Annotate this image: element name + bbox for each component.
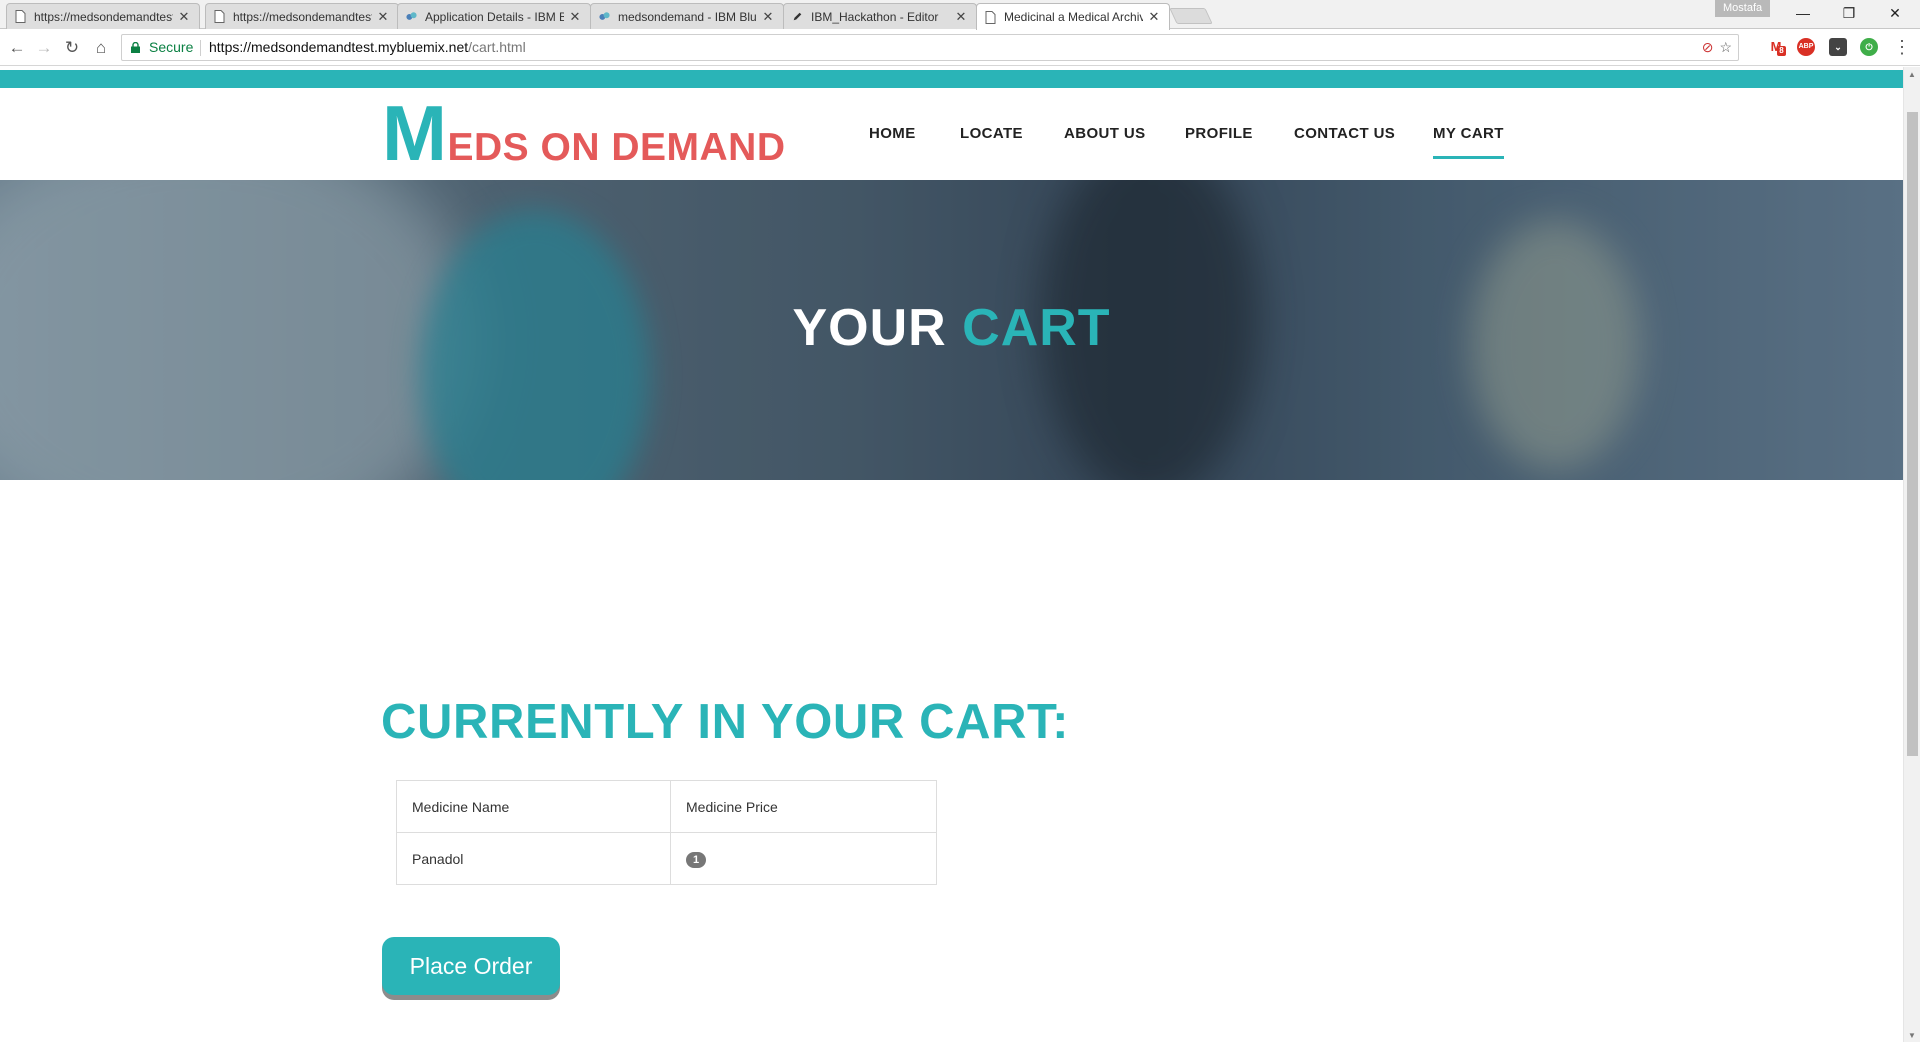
extension-icon[interactable]: ⏻	[1860, 38, 1878, 56]
url-base: https://medsondemandtest.mybluemix.net	[209, 39, 469, 55]
bookmark-star-icon[interactable]: ☆	[1719, 39, 1732, 55]
price-badge: 1	[686, 851, 706, 868]
restore-icon[interactable]: ❐	[1826, 0, 1872, 26]
minimize-icon[interactable]: —	[1780, 0, 1826, 26]
reload-icon[interactable]: ↻	[61, 37, 83, 59]
close-icon[interactable]: ✕	[954, 9, 968, 25]
page-icon	[214, 10, 225, 23]
close-icon[interactable]: ✕	[177, 9, 191, 25]
tab-title: https://medsondemandtest	[34, 9, 173, 24]
scroll-down-icon[interactable]: ▼	[1908, 1031, 1916, 1040]
nav-contact-us[interactable]: CONTACT US	[1294, 125, 1395, 142]
nav-about-us[interactable]: ABOUT US	[1064, 125, 1146, 142]
url-text[interactable]: https://medsondemandtest.mybluemix.net/c…	[209, 35, 526, 60]
column-header-name: Medicine Name	[396, 780, 671, 833]
medicine-price-cell: 1	[670, 832, 937, 885]
browser-tab[interactable]: https://medsondemandtest ✕	[6, 3, 200, 29]
tab-title: Application Details - IBM Bluemix	[425, 9, 564, 24]
main-nav: HOME LOCATE ABOUT US PROFILE CONTACT US …	[0, 88, 1903, 180]
pocket-extension-icon[interactable]: ⌄	[1829, 38, 1847, 56]
secure-label: Secure	[149, 39, 194, 55]
url-path: /cart.html	[468, 39, 526, 55]
nav-locate[interactable]: LOCATE	[960, 125, 1023, 142]
column-header-price: Medicine Price	[670, 780, 937, 833]
gmail-extension-icon[interactable]: M8	[1767, 38, 1786, 56]
browser-tab[interactable]: https://medsondemandtest ✕	[205, 3, 399, 29]
profile-name[interactable]: Mostafa	[1715, 0, 1771, 17]
browser-tab[interactable]: Application Details - IBM Bluemix ✕	[397, 3, 591, 29]
close-icon[interactable]: ✕	[568, 9, 582, 25]
hero-title: YOUR CART	[0, 298, 1903, 358]
page-viewport: MEDS ON DEMAND HOME LOCATE ABOUT US PROF…	[0, 67, 1903, 1042]
close-window-icon[interactable]: ✕	[1872, 0, 1918, 26]
nav-profile[interactable]: PROFILE	[1185, 125, 1253, 142]
omnibox-actions: ⊘ ☆	[1702, 35, 1732, 60]
forward-icon[interactable]: →	[33, 37, 55, 59]
browser-tab[interactable]: medsondemand - IBM Bluemix ✕	[590, 3, 784, 29]
gmail-badge: 8	[1777, 46, 1786, 56]
browser-tab[interactable]: IBM_Hackathon - Editor ✕	[783, 3, 977, 29]
page-icon	[985, 10, 996, 24]
tab-title: medsondemand - IBM Bluemix	[618, 9, 757, 24]
site-header: MEDS ON DEMAND HOME LOCATE ABOUT US PROF…	[0, 88, 1903, 180]
lock-icon	[131, 42, 140, 53]
hero-title-plain: YOUR	[792, 299, 947, 357]
hero-title-accent: CART	[962, 299, 1111, 357]
browser-toolbar: ← → ↻ ⌂ Secure https://medsondemandtest.…	[0, 29, 1920, 66]
tab-title: IBM_Hackathon - Editor	[811, 9, 939, 24]
tab-title: https://medsondemandtest	[233, 9, 372, 24]
scrollbar-thumb[interactable]	[1907, 112, 1918, 756]
address-bar[interactable]: Secure https://medsondemandtest.mybluemi…	[121, 34, 1739, 61]
new-tab-button[interactable]	[1169, 8, 1213, 24]
close-icon[interactable]: ✕	[761, 9, 775, 25]
place-order-button[interactable]: Place Order	[382, 937, 560, 995]
home-icon[interactable]: ⌂	[90, 37, 112, 59]
browser-menu-icon[interactable]: ⋮	[1893, 37, 1911, 57]
cart-table: Medicine Name Medicine Price Panadol 1	[396, 780, 937, 885]
table-header-row: Medicine Name Medicine Price	[396, 780, 937, 833]
close-icon[interactable]: ✕	[1147, 9, 1161, 25]
cart-heading: CURRENTLY IN YOUR CART:	[381, 695, 1070, 749]
browser-tab-active[interactable]: Medicinal a Medical Archive ✕	[976, 3, 1170, 30]
blocked-popup-icon[interactable]: ⊘	[1702, 39, 1714, 55]
bluemix-icon	[599, 12, 610, 20]
close-icon[interactable]: ✕	[376, 9, 390, 25]
tab-title: Medicinal a Medical Archive	[1004, 10, 1143, 24]
back-icon[interactable]: ←	[6, 37, 28, 59]
page-icon	[15, 10, 26, 23]
nav-my-cart[interactable]: MY CART	[1433, 125, 1504, 159]
hero-banner: YOUR CART	[0, 180, 1903, 480]
omnibox-divider	[200, 40, 201, 56]
pencil-icon	[793, 12, 802, 21]
bluemix-icon	[406, 12, 417, 20]
nav-home[interactable]: HOME	[869, 125, 916, 142]
page-scrollbar[interactable]: ▲ ▼	[1903, 67, 1920, 1042]
adblock-extension-icon[interactable]: ABP	[1797, 38, 1815, 56]
scroll-up-icon[interactable]: ▲	[1908, 70, 1916, 79]
top-accent-bar	[0, 70, 1903, 88]
medicine-name-cell: Panadol	[396, 832, 671, 885]
tab-strip: https://medsondemandtest ✕ https://medso…	[0, 0, 1920, 30]
table-row: Panadol 1	[396, 832, 937, 885]
